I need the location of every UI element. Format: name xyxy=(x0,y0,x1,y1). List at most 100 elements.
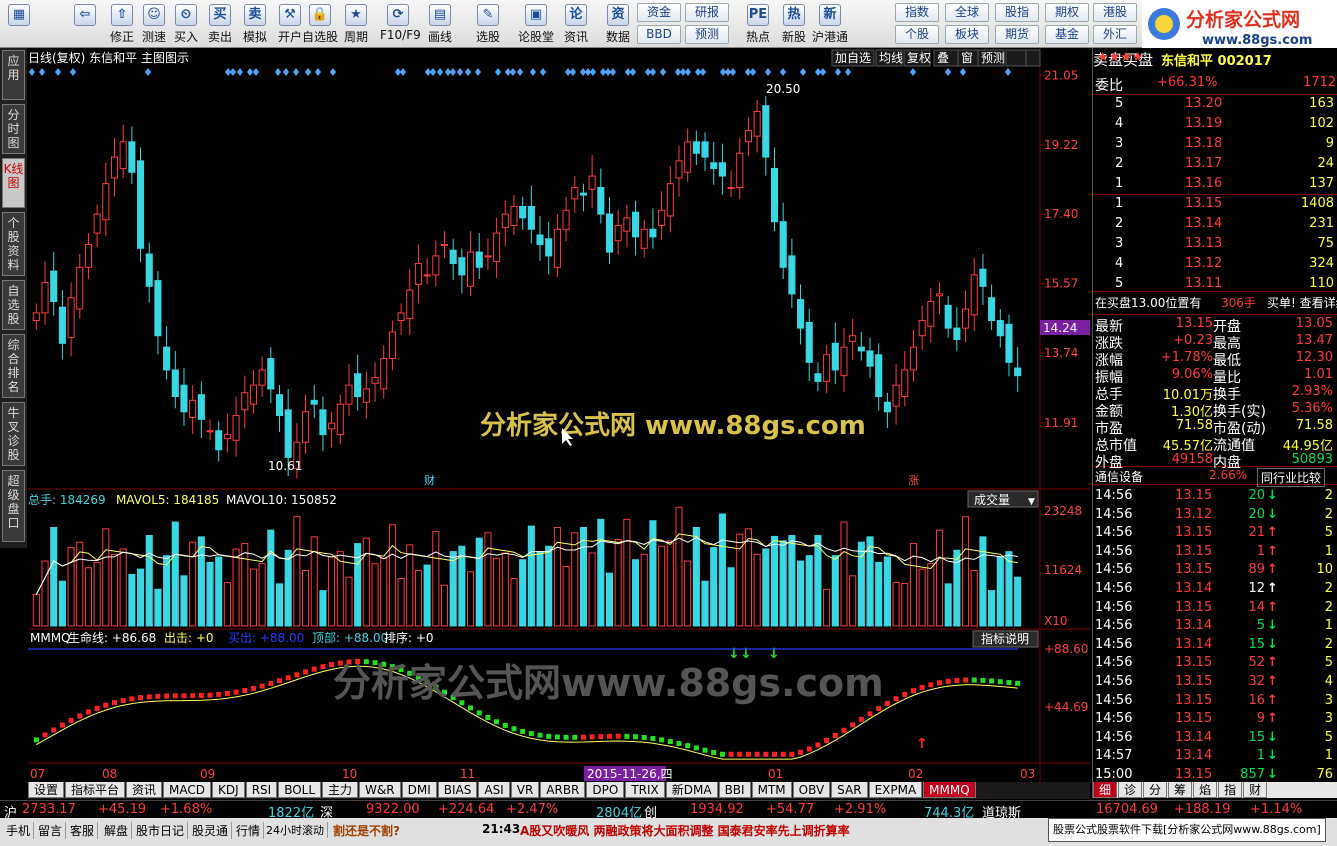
volume-bar xyxy=(163,555,171,627)
indicator-tab-4[interactable]: KDJ xyxy=(212,782,245,798)
quote-tab-0[interactable]: 细 xyxy=(1093,782,1118,798)
indicator-tab-19[interactable]: OBV xyxy=(792,782,831,798)
industry-compare-button[interactable]: 同行业比较 xyxy=(1257,468,1326,487)
chart-option-button-4[interactable]: 窗 xyxy=(961,51,973,65)
stat-value2: 71.58 xyxy=(1295,418,1333,433)
left-tab-6[interactable]: 牛叉诊股 xyxy=(2,402,25,466)
left-tab-2[interactable]: K线图 xyxy=(2,158,25,208)
indicator-tab-5[interactable]: RSI xyxy=(245,782,278,798)
quote-row: 最新 13.15 开盘 13.05 xyxy=(1093,316,1337,335)
chart-option-button-2[interactable]: 复权 xyxy=(907,51,931,65)
candle-body xyxy=(675,160,683,179)
status-question[interactable]: 割还是不割? xyxy=(333,822,400,839)
indicator-tab-21[interactable]: EXPMA xyxy=(868,782,923,798)
quick-button-10[interactable]: 板块 xyxy=(945,25,989,44)
chevron-down-icon[interactable]: ▼ xyxy=(1028,497,1035,507)
quick-button-5[interactable]: 全球 xyxy=(945,3,989,22)
chart-option-button-3[interactable]: 叠 xyxy=(937,51,949,65)
indicator-tab-3[interactable]: MACD xyxy=(163,782,212,798)
toolbar-button-17[interactable]: 热新股 xyxy=(776,2,812,46)
quick-button-0[interactable]: 资金 xyxy=(637,3,681,22)
toolbar-button-8[interactable]: 🔒 自选股 xyxy=(302,2,338,46)
quote-tab-3[interactable]: 筹 xyxy=(1168,782,1193,798)
chart-option-button-1[interactable]: 均线 xyxy=(879,51,903,65)
toolbar-button-5[interactable]: 买卖出 xyxy=(202,2,238,46)
left-tab-7[interactable]: 超级盘口 xyxy=(2,470,25,542)
toolbar-button-10[interactable]: ⟳ F10/F9 xyxy=(380,2,421,46)
indicator-help-button[interactable]: 指标说明 xyxy=(981,631,1029,646)
toolbar-button-12[interactable]: ✎ 选股 xyxy=(470,2,506,46)
indicator-tab-1[interactable]: 指标平台 xyxy=(65,782,126,798)
left-tab-0[interactable]: 应用 xyxy=(2,50,25,100)
indicator-tab-11[interactable]: ASI xyxy=(478,782,510,798)
indicator-tab-20[interactable]: SAR xyxy=(831,782,868,798)
status-item-7[interactable]: 24小时滚动 xyxy=(266,822,328,838)
quote-tab-2[interactable]: 分 xyxy=(1143,782,1168,798)
ad-link[interactable]: 股票公式股票软件下载[分析家公式网www.88gs.com] xyxy=(1048,818,1326,842)
indicator-tab-22[interactable]: MMMQ xyxy=(923,782,976,798)
status-item-1[interactable]: 留言 xyxy=(38,822,67,839)
indicator-tab-13[interactable]: ARBR xyxy=(540,782,586,798)
toolbar-button-15[interactable]: 资数据 xyxy=(600,2,636,46)
kline-chart-svg[interactable]: ↓ ↓ ↓↑ 日线(复权) 东信和平 主图图示 加自选 均线 复权叠窗预测 21.051… xyxy=(28,48,1090,782)
indicator-tab-14[interactable]: DPO xyxy=(586,782,625,798)
indicator-tab-10[interactable]: BIAS xyxy=(437,782,478,798)
indicator-tab-2[interactable]: 资讯 xyxy=(126,782,163,798)
toolbar-button-2[interactable]: ⇧ 修正 xyxy=(104,2,140,46)
quick-button-13[interactable]: 外汇 xyxy=(1093,25,1137,44)
status-item-5[interactable]: 股灵通 xyxy=(192,822,233,839)
indicator-tab-6[interactable]: BOLL xyxy=(278,782,322,798)
status-item-0[interactable]: 手机 xyxy=(6,822,35,839)
indicator-tab-7[interactable]: 主力 xyxy=(322,782,359,798)
indicator-tab-16[interactable]: 新DMA xyxy=(665,782,718,798)
quick-button-11[interactable]: 期货 xyxy=(995,25,1039,44)
quote-tab-6[interactable]: 财 xyxy=(1243,782,1268,798)
status-item-4[interactable]: 股市日记 xyxy=(136,822,189,839)
left-tab-3[interactable]: 个股资料 xyxy=(2,212,25,276)
news-headline[interactable]: A股又吹暖风 两融政策将大面积调整 国泰君安率先上调折算率 xyxy=(520,822,850,839)
toolbar-button-3[interactable]: ☺ 测速 xyxy=(136,2,172,46)
chart-area[interactable]: ↓ ↓ ↓ ↑ 日线(复权) 东信和平 主图图示 加自选 均线 复权叠窗预测 21.05 1… xyxy=(28,48,1090,782)
indicator-tab-0[interactable]: 设置 xyxy=(28,782,65,798)
quick-button-1[interactable]: 研报 xyxy=(685,3,729,22)
chart-option-button-5[interactable]: 预测 xyxy=(981,51,1005,65)
quick-button-7[interactable]: 期权 xyxy=(1045,3,1089,22)
indicator-tab-8[interactable]: W&R xyxy=(359,782,401,798)
indicator-tab-12[interactable]: VR xyxy=(510,782,540,798)
toolbar-button-0[interactable]: ▦ xyxy=(2,2,36,46)
quote-tab-1[interactable]: 诊 xyxy=(1118,782,1143,798)
indicator-tab-18[interactable]: MTM xyxy=(751,782,792,798)
candle-body xyxy=(935,293,944,297)
toolbar-button-1[interactable]: ⇦ xyxy=(68,2,102,46)
status-item-6[interactable]: 行情 xyxy=(236,822,265,839)
toolbar-button-18[interactable]: 新沪港通 xyxy=(812,2,848,46)
left-tab-4[interactable]: 自选股 xyxy=(2,280,25,330)
quick-button-6[interactable]: 股指 xyxy=(995,3,1039,22)
toolbar-button-13[interactable]: ▣ 论股堂 xyxy=(518,2,554,46)
vol-indicator-dropdown[interactable]: 成交量 xyxy=(974,492,1010,507)
toolbar-button-16[interactable]: PE 热点 xyxy=(740,2,776,46)
quick-button-8[interactable]: 港股 xyxy=(1093,3,1137,22)
toolbar-button-14[interactable]: 论资讯 xyxy=(558,2,594,46)
status-item-2[interactable]: 客服 xyxy=(70,822,99,839)
toolbar-button-9[interactable]: ★ 周期 xyxy=(338,2,374,46)
quick-button-4[interactable]: 指数 xyxy=(895,3,939,22)
volume-bar xyxy=(536,551,544,627)
quick-button-9[interactable]: 个股 xyxy=(895,25,939,44)
left-tab-5[interactable]: 综合排名 xyxy=(2,334,25,398)
quote-tab-4[interactable]: 焰 xyxy=(1193,782,1218,798)
quote-tab-5[interactable]: 指 xyxy=(1218,782,1243,798)
toolbar-button-6[interactable]: 卖模拟 xyxy=(237,2,273,46)
quick-button-3[interactable]: 预测 xyxy=(685,25,729,44)
quick-button-12[interactable]: 基金 xyxy=(1045,25,1089,44)
indicator-tab-9[interactable]: DMI xyxy=(401,782,437,798)
left-tab-1[interactable]: 分时图 xyxy=(2,104,25,154)
toolbar-button-4[interactable]: ⏲ 买入 xyxy=(168,2,204,46)
quick-button-2[interactable]: BBD xyxy=(637,25,681,44)
indicator-tab-17[interactable]: BBI xyxy=(718,782,751,798)
chart-option-button-0[interactable]: 加自选 xyxy=(835,51,871,65)
arrow-down-icon: ↓ xyxy=(1267,729,1278,745)
toolbar-button-11[interactable]: ▤ 画线 xyxy=(422,2,458,46)
indicator-tab-15[interactable]: TRIX xyxy=(625,782,665,798)
status-item-3[interactable]: 解盘 xyxy=(104,822,133,839)
